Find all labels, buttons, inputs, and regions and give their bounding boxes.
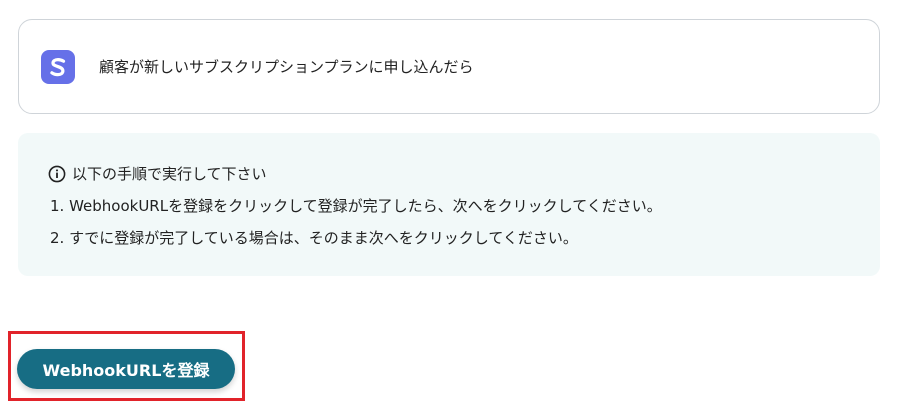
- trigger-card: 顧客が新しいサブスクリプションプランに申し込んだら: [18, 19, 880, 114]
- stripe-s-icon: [41, 50, 75, 84]
- instruction-step-2: 2. すでに登録が完了している場合は、そのまま次へをクリックしてください。: [50, 229, 578, 247]
- instructions-panel: 以下の手順で実行して下さい 1. WebhookURLを登録をクリックして登録が…: [18, 133, 880, 276]
- instructions-steps: 1. WebhookURLを登録をクリックして登録が完了したら、次へをクリックし…: [50, 195, 662, 259]
- info-icon: [48, 165, 66, 183]
- instruction-step-1: 1. WebhookURLを登録をクリックして登録が完了したら、次へをクリックし…: [50, 197, 662, 215]
- register-webhook-button[interactable]: WebhookURLを登録: [17, 349, 235, 389]
- trigger-description: 顧客が新しいサブスクリプションプランに申し込んだら: [99, 58, 474, 76]
- instructions-header-text: 以下の手順で実行して下さい: [72, 165, 267, 183]
- instructions-header: 以下の手順で実行して下さい: [48, 163, 267, 184]
- stripe-s-glyph: [50, 57, 66, 77]
